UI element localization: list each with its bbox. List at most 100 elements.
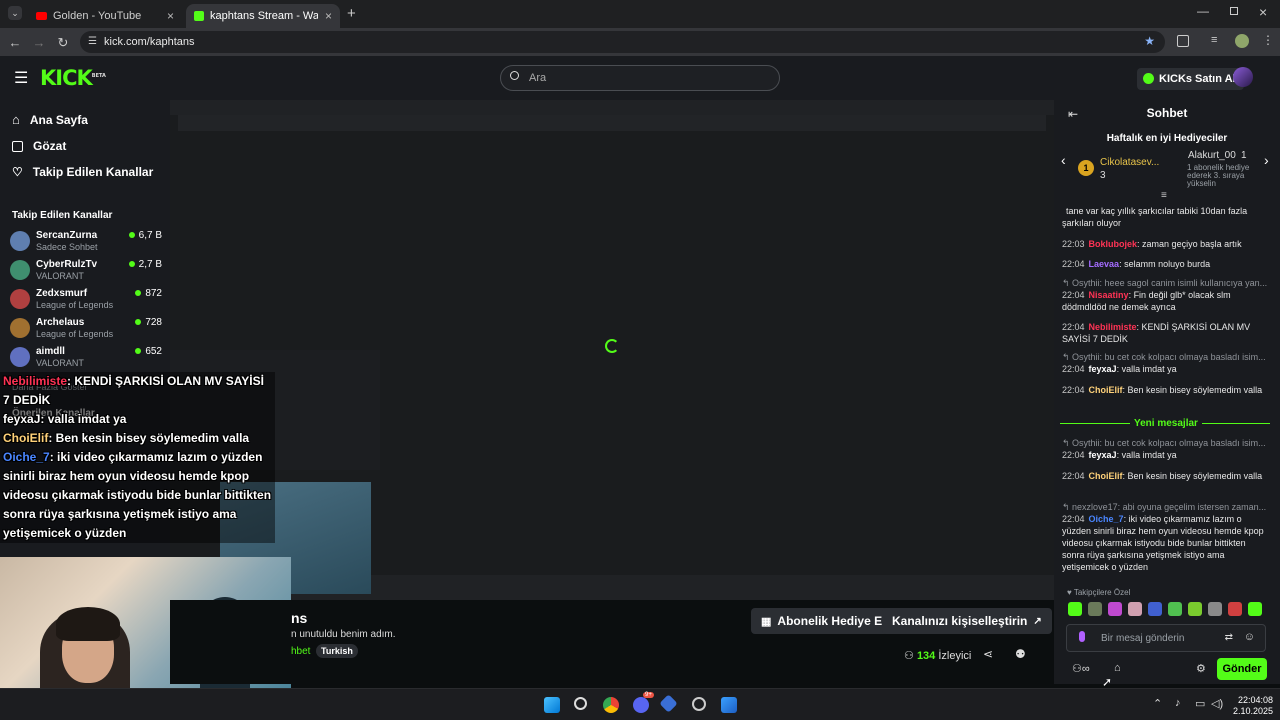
heart-icon: ♡ (12, 165, 23, 179)
app-icon[interactable] (659, 694, 678, 713)
url-field[interactable]: ☰ kick.com/kaphtans ★ (80, 31, 1165, 53)
emoji-icon[interactable]: ☺ (1244, 631, 1255, 643)
photos-icon[interactable] (721, 697, 737, 713)
bookmark-star-icon[interactable]: ★ (1144, 34, 1155, 48)
mic-icon[interactable] (1079, 631, 1085, 642)
language-tag[interactable]: Turkish (316, 644, 358, 658)
close-tab-icon[interactable]: × (167, 9, 174, 23)
kick-logo[interactable]: KICKBETA (40, 66, 106, 90)
chat-message[interactable]: ↰ Osythii: heee sagol canim isimli kulla… (1062, 277, 1267, 313)
share-icon[interactable]: ⋖ (983, 647, 993, 661)
gifters-prev-icon[interactable]: ‹ (1061, 152, 1066, 168)
chat-username[interactable]: Laevaa (1089, 259, 1120, 269)
chat-message[interactable]: ↰ Osythii: bu cet cok kolpacı olmaya bas… (1062, 351, 1267, 375)
maximize-icon[interactable] (1230, 7, 1238, 15)
nav-home[interactable]: ⌂ Ana Sayfa (12, 112, 88, 127)
chat-username[interactable]: feyxaJ (1089, 364, 1117, 374)
tab-youtube[interactable]: Golden - YouTube × (28, 4, 182, 28)
steam-icon[interactable] (692, 697, 706, 711)
tray-volume-icon[interactable]: ◁) (1211, 697, 1223, 710)
home-icon: ⌂ (12, 112, 20, 127)
browser-menu-icon[interactable]: ⋮ (1262, 33, 1274, 47)
discord-icon[interactable] (633, 697, 649, 713)
windows-start-icon[interactable] (544, 697, 560, 713)
followed-channel[interactable]: SercanZurna Sadece Sohbet 6,7 B (10, 228, 162, 256)
chat-username[interactable]: ChoiElif (1089, 385, 1123, 395)
search-input[interactable]: Ara (500, 65, 780, 91)
emote-icon[interactable] (1128, 602, 1142, 616)
followed-channel[interactable]: Zedxsmurf League of Legends 872 (10, 286, 162, 314)
reply-preview[interactable]: ↰ Osythii: bu cet cok kolpacı olmaya bas… (1062, 351, 1267, 363)
minimize-icon[interactable]: — (1197, 4, 1209, 18)
tray-network-icon[interactable]: ▭ (1195, 697, 1205, 710)
back-icon[interactable]: ← (8, 35, 22, 50)
emote-icon[interactable] (1188, 602, 1202, 616)
chat-username[interactable]: feyxaJ (1089, 450, 1117, 460)
media-icon[interactable]: ≡ (1211, 34, 1217, 46)
chat-settings-icon[interactable]: ⚙ (1196, 662, 1206, 675)
chat-text: : zaman geçiyo başla artık (1137, 239, 1242, 249)
chat-users-icon[interactable]: ⚇∞ (1072, 662, 1090, 675)
emote-icon[interactable] (1248, 602, 1262, 616)
chat-username[interactable]: Nebilimiste (1089, 322, 1137, 332)
close-window-icon[interactable]: × (1259, 4, 1267, 20)
forward-icon[interactable]: → (32, 35, 46, 50)
gifter2-name[interactable]: Alakurt_00 (1188, 150, 1236, 161)
send-button[interactable]: Gönder (1217, 658, 1267, 680)
chat-message[interactable]: ↰ nexzlove17: abi oyuna geçelim istersen… (1062, 501, 1267, 573)
new-tab-icon[interactable]: + (347, 5, 356, 22)
site-info-icon[interactable]: ☰ (88, 36, 97, 47)
followed-channel[interactable]: Archelaus League of Legends 728 (10, 315, 162, 343)
chat-username[interactable]: ChoiElif (1089, 471, 1123, 481)
emote-icon[interactable] (1168, 602, 1182, 616)
gifter1-name[interactable]: Cikolatasev... (1100, 157, 1159, 168)
emote-icon[interactable] (1148, 602, 1162, 616)
chat-message[interactable]: 22:03 Boklubojek: zaman geçiyo başla artı… (1062, 238, 1267, 250)
clock-date[interactable]: 2.10.2025 (1233, 706, 1273, 716)
nav-following[interactable]: ♡ Takip Edilen Kanallar (12, 165, 153, 179)
profile-card-icon[interactable]: ⚉ (1015, 647, 1026, 661)
chat-message[interactable]: tane var kaç yıllık şarkıcılar tabiki 10… (1062, 205, 1267, 229)
chat-message[interactable]: 22:04 Nebilimiste: KENDİ ŞARKISİ OLAN MV … (1062, 321, 1267, 345)
reply-preview[interactable]: ↰ nexzlove17: abi oyuna geçelim istersen… (1062, 501, 1267, 513)
tab-kick[interactable]: kaphtans Stream - Watch Live o × (186, 4, 340, 28)
close-tab-icon[interactable]: × (325, 9, 332, 23)
chat-message[interactable]: 22:04 Laevaa: selamm noluyo burda (1062, 258, 1267, 270)
channel-viewers: 728 (135, 317, 162, 328)
hamburger-menu-icon[interactable]: ☰ (14, 68, 28, 88)
customize-channel-button[interactable]: Kanalınızı kişiselleştirin ↗ (882, 608, 1052, 634)
kicks-buy-button[interactable]: KICKs Satın Al (1137, 68, 1244, 90)
chat-message[interactable]: 22:04 ChoiElif: Ben kesin bisey söylemedi… (1062, 384, 1267, 396)
emote-icon[interactable] (1068, 602, 1082, 616)
clock-time[interactable]: 22:04:08 (1238, 695, 1273, 705)
tray-mic-icon[interactable]: ♪ (1175, 697, 1181, 709)
emote-icon[interactable] (1228, 602, 1242, 616)
user-avatar[interactable] (1233, 67, 1253, 87)
chat-username[interactable]: Boklubojek (1089, 239, 1138, 249)
chrome-icon[interactable] (603, 697, 619, 713)
emote-icon[interactable] (1208, 602, 1222, 616)
store-icon[interactable]: ⌂ (1114, 662, 1121, 674)
taskbar-search-icon[interactable] (574, 697, 587, 710)
tab-list-chevron-icon[interactable]: ⌄ (8, 6, 22, 20)
reply-preview[interactable]: ↰ Osythii: bu cet cok kolpacı olmaya bas… (1062, 437, 1267, 449)
tray-chevron-icon[interactable]: ⌃ (1153, 697, 1162, 710)
translate-icon[interactable]: ⇄ (1225, 632, 1233, 643)
nav-browse[interactable]: Gözat (12, 139, 66, 153)
stream-category[interactable]: hbet (291, 646, 310, 657)
chat-message-input[interactable]: Bir mesaj gönderin ⇄ ☺ (1066, 624, 1266, 652)
reply-preview[interactable]: ↰ Osythii: heee sagol canim isimli kulla… (1062, 277, 1267, 289)
chat-username[interactable]: Nisaatiny (1089, 290, 1129, 300)
chat-message[interactable]: 22:04 ChoiElif: Ben kesin bisey söylemedi… (1062, 470, 1267, 482)
extensions-icon[interactable] (1177, 35, 1189, 47)
profile-avatar-icon[interactable] (1235, 34, 1249, 48)
chat-username[interactable]: Oiche_7 (1089, 514, 1124, 524)
emote-icon[interactable] (1108, 602, 1122, 616)
emote-icon[interactable] (1088, 602, 1102, 616)
followed-channel[interactable]: CyberRulzTv VALORANT 2,7 B (10, 257, 162, 285)
followed-channel[interactable]: aimdll VALORANT 652 (10, 344, 162, 372)
gift-sub-button[interactable]: ▦ Abonelik Hediye Et (751, 608, 897, 634)
reload-icon[interactable]: ↻ (56, 35, 70, 51)
chat-message[interactable]: ↰ Osythii: bu cet cok kolpacı olmaya bas… (1062, 437, 1267, 461)
followers-special-label: ♥ Takipçilere Özel (1067, 588, 1131, 597)
